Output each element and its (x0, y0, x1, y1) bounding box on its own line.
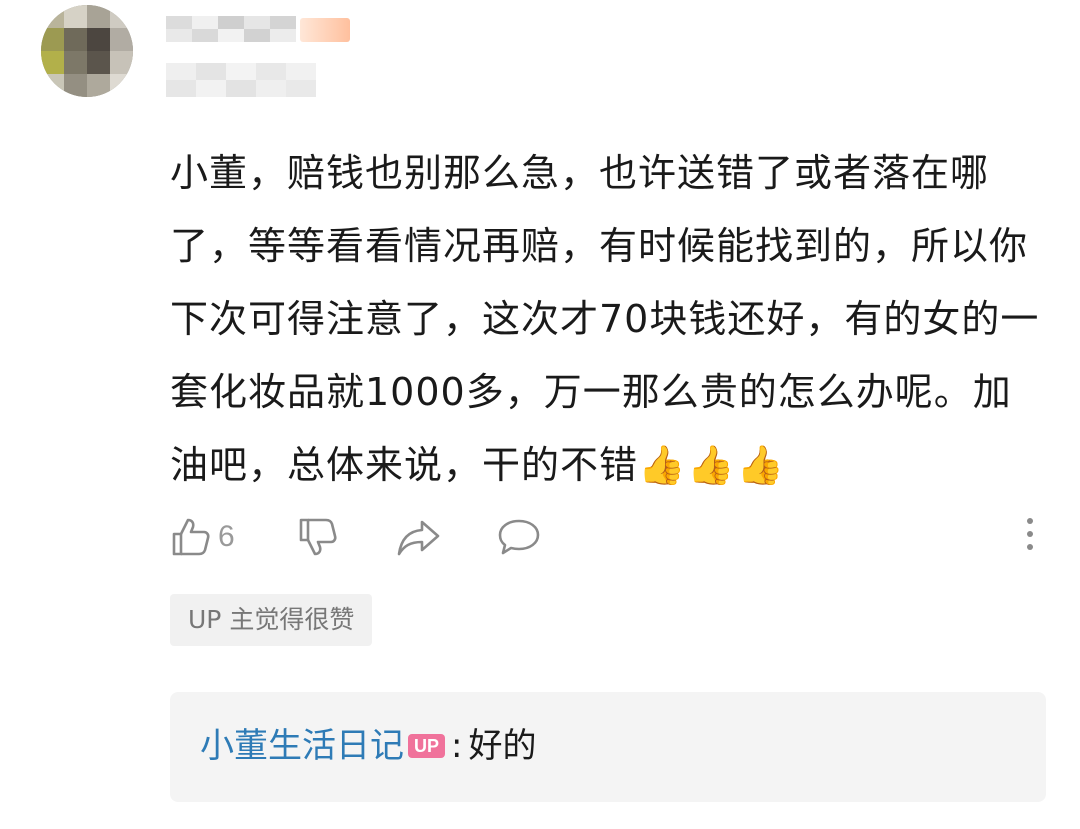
up-liked-tag: UP 主觉得很赞 (170, 594, 373, 646)
thumbs-up-emoji: 👍👍👍 (638, 443, 786, 487)
more-button[interactable] (1020, 518, 1040, 558)
more-icon-dot (1027, 531, 1033, 537)
avatar[interactable] (41, 5, 133, 97)
dislike-button[interactable] (297, 512, 339, 562)
up-badge: UP (408, 734, 446, 758)
level-badge (300, 18, 350, 42)
reply-box[interactable]: 小董生活日记 UP : 好的 (170, 692, 1046, 802)
comment-body: 小董，赔钱也别那么急，也许送错了或者落在哪了，等等看看情况再赔，有时候能找到的，… (170, 151, 1040, 487)
more-icon (1027, 518, 1033, 524)
reply-button[interactable] (496, 512, 542, 562)
reply-author[interactable]: 小董生活日记 (200, 720, 404, 772)
like-button[interactable]: 6 (170, 512, 235, 562)
comment-text: 小董，赔钱也别那么急，也许送错了或者落在哪了，等等看看情况再赔，有时候能找到的，… (170, 137, 1050, 502)
thumb-down-icon (299, 518, 337, 556)
timestamp-obscured (166, 63, 316, 97)
comment-screen: 小董，赔钱也别那么急，也许送错了或者落在哪了，等等看看情况再赔，有时候能找到的，… (0, 0, 1080, 829)
reply-icon (498, 519, 540, 555)
share-icon (397, 520, 440, 556)
comment-actions: 6 (170, 512, 1050, 562)
more-icon-dot (1027, 544, 1033, 550)
thumb-up-icon (172, 518, 210, 556)
like-count: 6 (218, 520, 235, 553)
reply-separator: : (451, 726, 463, 766)
share-button[interactable] (396, 512, 442, 562)
reply-text: 好的 (468, 726, 537, 766)
reply-line: 小董生活日记 UP : 好的 (200, 720, 536, 772)
